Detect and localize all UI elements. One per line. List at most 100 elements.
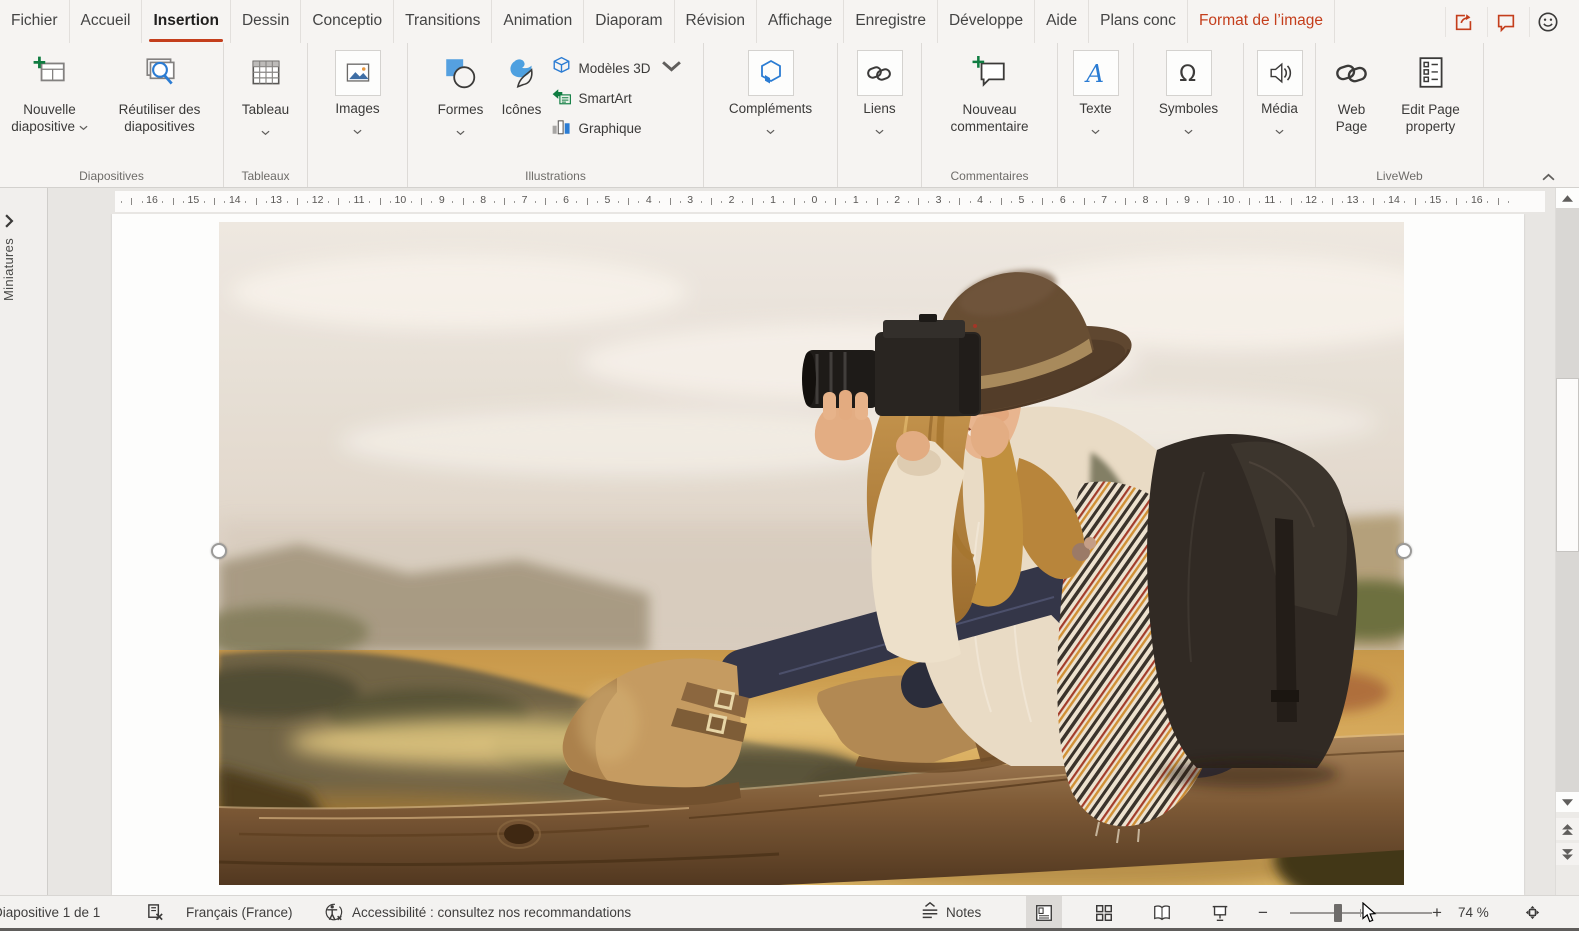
scrollbar-thumb[interactable] [1556, 378, 1579, 552]
scroll-down-icon[interactable] [1556, 792, 1579, 812]
view-slide-sorter-button[interactable] [1086, 896, 1122, 929]
tab-dessin[interactable]: Dessin [231, 0, 301, 43]
ribbon-button-nouvelle-diapositive[interactable]: Nouvelle diapositive [2, 48, 98, 135]
zoom-slider[interactable] [1280, 896, 1442, 929]
chevron-down-icon [353, 122, 362, 128]
view-normal-button[interactable] [1026, 896, 1062, 929]
thumbnails-pane-label: Miniatures [1, 238, 23, 301]
ribbon-button-edit-page-property[interactable]: Edit Page property [1383, 48, 1479, 135]
tab-enregistre[interactable]: Enregistre [844, 0, 938, 43]
collapse-ribbon-chevron-icon[interactable] [1542, 168, 1555, 923]
tab-plans-conc[interactable]: Plans conc [1089, 0, 1188, 43]
ribbon-button-reutiliser-des-diapositives[interactable]: Réutiliser des diapositives [98, 48, 222, 135]
hruler-dot [908, 201, 909, 203]
tab-transitions[interactable]: Transitions [394, 0, 492, 43]
tab-aide[interactable]: Aide [1035, 0, 1089, 43]
ribbon-button-formes[interactable]: Formes [429, 48, 491, 129]
button-label: Texte [1079, 101, 1111, 118]
share-icon[interactable] [1445, 7, 1481, 37]
tab-fichier[interactable]: Fichier [0, 0, 70, 43]
hruler-dot [721, 201, 722, 203]
new-slide-icon [32, 49, 68, 97]
thumbnails-pane[interactable]: Miniatures [0, 188, 48, 895]
next-slide-icon[interactable] [1556, 843, 1579, 865]
ribbon-button-nouveau-commentaire[interactable]: Nouveau commentaire [934, 48, 1046, 135]
hruler-dot [845, 201, 846, 203]
zoom-in-button[interactable]: + [1430, 896, 1444, 929]
ribbon-button-web-page[interactable]: Web Page [1321, 48, 1383, 135]
ribbon-button-images[interactable]: Images [315, 48, 401, 128]
status-bar: Diapositive 1 de 1 Français (France) Acc… [0, 895, 1579, 928]
hruler-dot [1052, 201, 1053, 203]
expand-pane-chevron-icon[interactable] [4, 214, 14, 233]
selection-handle-right[interactable] [1396, 543, 1412, 559]
ribbon-group-symboles: ΩSymboles [1134, 43, 1244, 187]
hruler-dot [659, 201, 660, 203]
notes-button[interactable]: Notes [920, 896, 981, 929]
button-label: Média [1261, 101, 1298, 118]
ribbon-button-media[interactable]: Média [1248, 48, 1312, 128]
hruler-dot [866, 201, 867, 203]
tab-format-de-l-image[interactable]: Format de l’image [1188, 0, 1335, 43]
ribbon-button-texte[interactable]: ATexte [1065, 48, 1127, 128]
scroll-up-icon[interactable] [1556, 188, 1579, 208]
zoom-slider-handle[interactable] [1334, 904, 1342, 922]
hruler-dot [1011, 201, 1012, 203]
tab-insertion[interactable]: Insertion [142, 0, 230, 43]
fit-slide-to-window-button[interactable] [1522, 896, 1543, 929]
view-reading-button[interactable] [1144, 896, 1180, 929]
tab-diaporam[interactable]: Diaporam [584, 0, 674, 43]
view-slideshow-button[interactable] [1202, 896, 1238, 929]
ribbon-button-liens[interactable]: Liens [847, 48, 913, 128]
ribbon-group-commentaires: Nouveau commentaireCommentaires [922, 43, 1058, 187]
link-icon [857, 50, 903, 96]
comment-icon[interactable] [1487, 7, 1523, 37]
tab-developpe[interactable]: Développe [938, 0, 1035, 43]
hruler-tick [959, 198, 960, 205]
spellcheck-icon[interactable] [146, 896, 165, 929]
language-status[interactable]: Français (France) [186, 896, 293, 929]
hruler-number: 0 [811, 194, 817, 206]
tab-affichage[interactable]: Affichage [757, 0, 844, 43]
hruler-tick [421, 198, 422, 205]
tab-conceptio[interactable]: Conceptio [301, 0, 394, 43]
slide-photo[interactable] [219, 222, 1404, 885]
zoom-out-button[interactable]: − [1256, 896, 1270, 929]
accessibility-icon[interactable] [324, 896, 344, 929]
hruler-tick [256, 198, 257, 205]
hruler-dot [390, 201, 391, 203]
ribbon-group-images: Images [308, 43, 408, 187]
hruler-tick [1042, 198, 1043, 205]
hruler-dot [680, 201, 681, 203]
ribbon-group-label: Illustrations [408, 169, 703, 183]
ribbon-button-tableau[interactable]: Tableau [230, 48, 302, 129]
vertical-scrollbar[interactable] [1555, 188, 1579, 895]
scrollbar-track[interactable] [1556, 208, 1579, 792]
tab-accueil[interactable]: Accueil [70, 0, 143, 43]
hruler-dot [535, 201, 536, 203]
ribbon-button-graphique[interactable]: Graphique [551, 116, 641, 140]
tab-revision[interactable]: Révision [675, 0, 757, 43]
zoom-level[interactable]: 74 % [1458, 896, 1489, 929]
hruler-dot [1156, 201, 1157, 203]
ribbon-button-icones[interactable]: Icônes [491, 48, 551, 119]
ribbon-button-smartart[interactable]: SmartArt [551, 86, 631, 110]
hruler-dot [204, 201, 205, 203]
ribbon-group-label: Diapositives [0, 169, 223, 183]
hruler-dot [638, 201, 639, 203]
hruler-dot [1466, 201, 1467, 203]
chevron-down-icon [875, 122, 884, 128]
ribbon-button-symboles[interactable]: ΩSymboles [1143, 48, 1235, 128]
ribbon-button-complements[interactable]: Compléments [712, 48, 830, 128]
hruler-dot [804, 201, 805, 203]
button-label: Graphique [578, 121, 641, 136]
hruler-number: 11 [1264, 194, 1275, 206]
previous-slide-icon[interactable] [1556, 818, 1579, 840]
hruler-dot [1404, 201, 1405, 203]
accessibility-status[interactable]: Accessibilité : consultez nos recommanda… [352, 896, 631, 929]
selection-handle-left[interactable] [211, 543, 227, 559]
hruler-tick [835, 198, 836, 205]
tab-animation[interactable]: Animation [492, 0, 584, 43]
smiley-icon[interactable] [1529, 7, 1565, 37]
ribbon-button-modeles-3d[interactable]: Modèles 3D [551, 56, 681, 80]
